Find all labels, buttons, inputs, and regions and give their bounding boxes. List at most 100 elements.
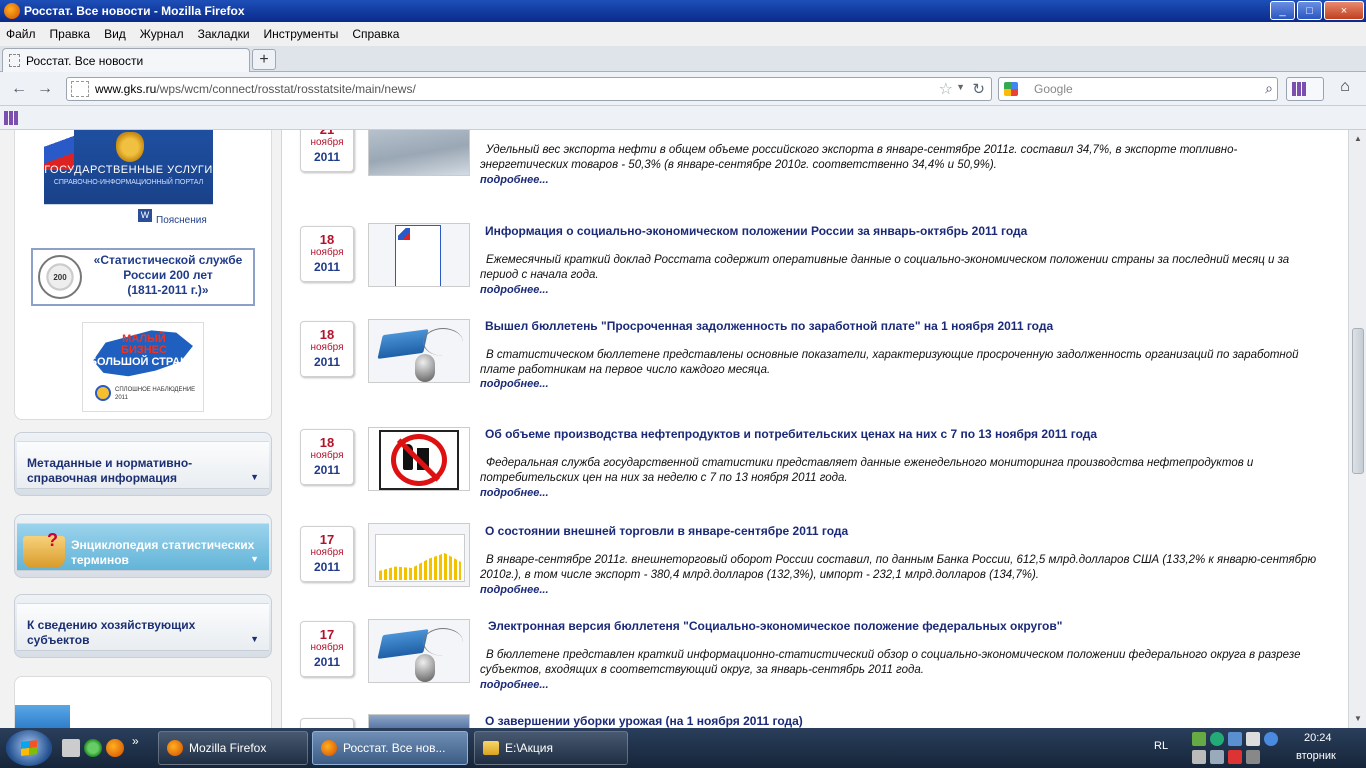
explain-link[interactable]: W Пояснения	[44, 204, 213, 230]
folder-icon	[483, 741, 499, 755]
utorrent-tray-icon[interactable]	[1210, 732, 1224, 746]
firefox-icon[interactable]	[106, 739, 124, 757]
date-badge: 18 ноября 2011	[300, 226, 354, 282]
news-thumbnail[interactable]	[368, 714, 470, 728]
tray-icon[interactable]	[1192, 732, 1206, 746]
home-button[interactable]: ⌂	[1333, 78, 1357, 100]
scrollbar-thumb[interactable]	[1352, 328, 1364, 474]
menu-history[interactable]: Журнал	[140, 27, 184, 41]
url-dropdown-icon[interactable]: ▼	[956, 82, 965, 92]
reload-button[interactable]: ↻	[972, 80, 985, 98]
rosstat-200-banner[interactable]: 200 «Статистической службе России 200 ле…	[31, 248, 255, 306]
cable-image	[423, 328, 463, 356]
news-title-link[interactable]: О состоянии внешней торговли в январе-се…	[485, 524, 848, 538]
scroll-down-arrow-icon[interactable]: ▼	[1351, 712, 1365, 726]
page-scrollbar[interactable]: ▲ ▼	[1348, 130, 1366, 728]
small-business-banner[interactable]: МАЛЫЙ БИЗНЕС БОЛЬШОЙ СТРАНЫ СПЛОШНОЕ НАБ…	[82, 322, 204, 412]
cable-image	[423, 628, 463, 656]
close-button[interactable]: ×	[1324, 1, 1364, 20]
language-indicator[interactable]: RL	[1154, 740, 1168, 752]
menu-edit[interactable]: Правка	[50, 27, 91, 41]
clock-time[interactable]: 20:24	[1304, 732, 1332, 744]
date-day: 18	[319, 232, 335, 247]
taskbar-firefox[interactable]: Mozilla Firefox	[158, 731, 308, 765]
navigation-bar: ← → www.gks.ru/wps/wcm/connect/rosstat/r…	[0, 72, 1366, 106]
forward-button[interactable]: →	[34, 78, 56, 100]
firefox-icon	[321, 740, 337, 756]
search-icon[interactable]: ⌕	[1265, 80, 1273, 97]
accordion-body: Метаданные и нормативно-справочная инфор…	[17, 441, 269, 489]
mouse-image	[415, 654, 435, 682]
gosuslugi-banner[interactable]: ГОСУДАРСТВЕННЫЕ УСЛУГИ СПРАВОЧНО-ИНФОРМА…	[44, 130, 213, 230]
start-button[interactable]	[6, 730, 52, 766]
menu-view[interactable]: Вид	[104, 27, 126, 41]
utorrent-icon[interactable]	[84, 739, 102, 757]
network-icon[interactable]	[1228, 732, 1242, 746]
scroll-up-arrow-icon[interactable]: ▲	[1351, 132, 1365, 146]
firefox-icon	[167, 740, 183, 756]
grid-icon[interactable]	[4, 111, 18, 125]
tray-icon[interactable]	[1246, 750, 1260, 764]
more-link[interactable]: подробнее...	[480, 174, 549, 186]
mail-icon[interactable]	[62, 739, 80, 757]
volume-icon[interactable]	[1192, 750, 1206, 764]
oil-rig-image	[369, 130, 469, 175]
google-icon[interactable]	[1004, 82, 1018, 96]
download-icon[interactable]	[1264, 732, 1278, 746]
more-link[interactable]: подробнее...	[480, 284, 549, 296]
accordion-metadata[interactable]: Метаданные и нормативно-справочная инфор…	[14, 432, 272, 496]
taskbar-label: Росстат. Все нов...	[343, 741, 446, 755]
taskbar-rosstat[interactable]: Росстат. Все нов...	[312, 731, 468, 765]
news-thumbnail[interactable]	[368, 427, 470, 491]
left-sidebar: ГОСУДАРСТВЕННЫЕ УСЛУГИ СПРАВОЧНО-ИНФОРМА…	[0, 130, 282, 728]
news-title-link[interactable]: О завершении уборки урожая (на 1 ноября …	[485, 714, 803, 728]
back-button[interactable]: ←	[8, 78, 30, 100]
news-title-link[interactable]: Электронная версия бюллетеня "Социально-…	[488, 619, 1062, 633]
addon-grid-button[interactable]	[1286, 77, 1324, 101]
site-identity-icon[interactable]	[71, 81, 89, 97]
tray-icon[interactable]	[1246, 732, 1260, 746]
tray-icon[interactable]	[1210, 750, 1224, 764]
date-year: 2011	[313, 463, 341, 477]
taskbar-explorer[interactable]: E:\Акция	[474, 731, 628, 765]
date-day: 18	[319, 327, 335, 342]
tab-rosstat-news[interactable]: Росстат. Все новости	[2, 48, 250, 72]
search-input[interactable]: Google	[1034, 82, 1073, 96]
search-bar[interactable]: Google ⌕	[998, 77, 1278, 101]
news-thumbnail[interactable]	[368, 223, 470, 287]
url-bar[interactable]: www.gks.ru/wps/wcm/connect/rosstat/rosst…	[66, 77, 992, 101]
tab-bar: Росстат. Все новости +	[0, 46, 1366, 72]
more-link[interactable]: подробнее...	[480, 378, 549, 390]
minimize-button[interactable]: _	[1270, 1, 1295, 20]
accordion-encyclopedia[interactable]: Энциклопедия статистических терминов ▼	[14, 514, 272, 578]
date-month: ноября	[310, 642, 344, 653]
maximize-button[interactable]: □	[1297, 1, 1322, 20]
more-link[interactable]: подробнее...	[480, 487, 549, 499]
bookmark-star-icon[interactable]: ☆	[939, 79, 953, 99]
date-month: ноября	[310, 342, 344, 353]
date-day: 21	[301, 130, 353, 137]
accordion-business-info[interactable]: К сведению хозяйствующих субъектов ▼	[14, 594, 272, 658]
antivirus-icon[interactable]	[1228, 750, 1242, 764]
menu-help[interactable]: Справка	[352, 27, 399, 41]
menu-file[interactable]: Файл	[6, 27, 36, 41]
menu-tools[interactable]: Инструменты	[264, 27, 339, 41]
news-thumbnail[interactable]	[368, 319, 470, 383]
menu-bookmarks[interactable]: Закладки	[198, 27, 250, 41]
news-thumbnail[interactable]	[368, 130, 470, 176]
banner-image[interactable]	[15, 705, 70, 728]
news-title-link[interactable]: Об объеме производства нефтепродуктов и …	[485, 427, 1097, 441]
more-link[interactable]: подробнее...	[480, 584, 549, 596]
bookmarks-toolbar	[0, 106, 1366, 130]
news-thumbnail[interactable]	[368, 619, 470, 683]
chevron-down-icon: ▼	[250, 554, 259, 564]
new-tab-button[interactable]: +	[252, 49, 276, 70]
more-link[interactable]: подробнее...	[480, 679, 549, 691]
firefox-icon	[4, 3, 20, 19]
quicklaunch-more-icon[interactable]: »	[132, 734, 150, 752]
clock-day[interactable]: вторник	[1296, 750, 1336, 762]
news-title-link[interactable]: Вышел бюллетень "Просроченная задолженно…	[485, 319, 1053, 333]
accordion-label: Энциклопедия статистических терминов	[71, 538, 255, 567]
news-thumbnail[interactable]	[368, 523, 470, 587]
news-title-link[interactable]: Информация о социально-экономическом пол…	[485, 224, 1027, 238]
